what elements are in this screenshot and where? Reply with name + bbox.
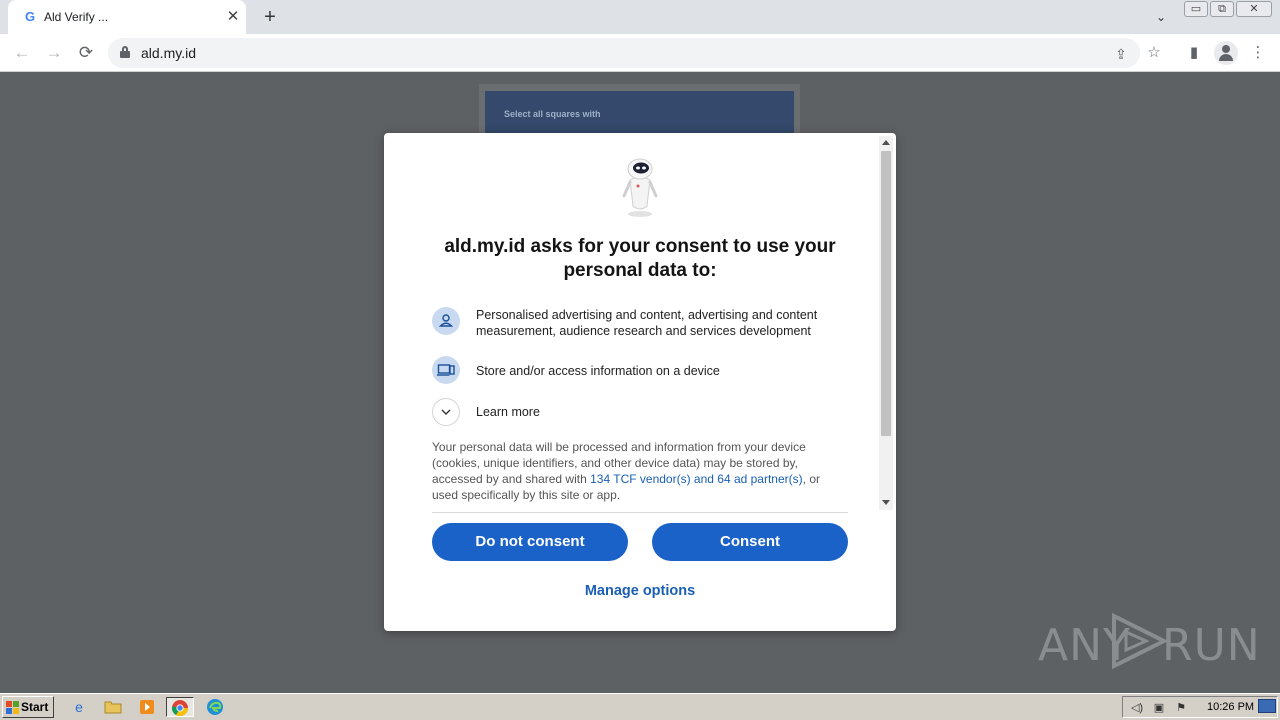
consent-button[interactable]: Consent: [652, 523, 848, 561]
tab-ald-verify[interactable]: G Ald Verify ... ✕: [8, 0, 246, 34]
tab-search-button[interactable]: ⌄: [1150, 6, 1172, 28]
robot-logo-icon: [622, 158, 658, 217]
bookmark-star-icon[interactable]: ☆: [1142, 41, 1166, 65]
scroll-up-arrow-icon[interactable]: [882, 140, 890, 145]
start-label: Start: [21, 700, 49, 714]
learn-more-toggle[interactable]: Learn more: [432, 398, 848, 426]
purpose-text: Personalised advertising and content, ad…: [476, 308, 818, 338]
forward-button[interactable]: →: [42, 41, 66, 65]
vendors-link[interactable]: 134 TCF vendor(s) and 64 ad partner(s): [590, 472, 803, 486]
purpose-text: Store and/or access information on a dev…: [476, 364, 720, 378]
reload-button[interactable]: ⟳: [74, 41, 98, 65]
address-bar[interactable]: ald.my.id ⇪: [108, 38, 1140, 68]
windows-flag-icon: [6, 701, 19, 714]
system-tray: ◁) ▣ ⚑ 10:26 PM: [1122, 696, 1278, 718]
watermark-right-text: RUN: [1162, 620, 1261, 671]
profile-avatar-icon[interactable]: [1214, 41, 1238, 65]
dialog-scrollbar[interactable]: [879, 136, 893, 510]
show-desktop-icon[interactable]: [1258, 699, 1276, 713]
purpose-store-access: Store and/or access information on a dev…: [432, 356, 848, 384]
action-center-flag-icon[interactable]: ⚑: [1173, 700, 1189, 716]
clock[interactable]: 10:26 PM: [1207, 701, 1254, 713]
back-button[interactable]: ←: [10, 41, 34, 65]
chrome-taskbar-icon[interactable]: [166, 697, 194, 717]
minimize-button[interactable]: ▭: [1184, 1, 1208, 17]
tab-close-icon[interactable]: ✕: [224, 8, 242, 26]
consent-description: Your personal data will be processed and…: [432, 439, 842, 503]
learn-more-label[interactable]: Learn more: [476, 404, 540, 420]
media-player-icon[interactable]: [136, 697, 158, 717]
lock-icon[interactable]: [120, 46, 130, 58]
anyrun-watermark: ANY RUN: [1038, 610, 1260, 672]
share-icon[interactable]: ⇪: [1112, 45, 1130, 63]
manage-options-link[interactable]: Manage options: [540, 583, 740, 599]
new-tab-button[interactable]: +: [258, 5, 282, 29]
file-explorer-icon[interactable]: [102, 697, 124, 717]
url-text[interactable]: ald.my.id: [141, 45, 196, 61]
browser-toolbar: ← → ⟳ ald.my.id ⇪ ☆ ▮ ⋮: [0, 34, 1280, 72]
chevron-down-icon[interactable]: [432, 398, 460, 426]
close-window-button[interactable]: ✕: [1236, 1, 1272, 17]
scroll-thumb[interactable]: [881, 151, 891, 436]
start-button[interactable]: Start: [2, 696, 54, 718]
google-favicon-icon: G: [24, 9, 36, 24]
network-icon[interactable]: ▣: [1151, 700, 1167, 716]
captcha-prompt: Select all squares with: [504, 109, 601, 119]
scroll-down-arrow-icon[interactable]: [882, 500, 890, 505]
restore-button[interactable]: ⧉: [1210, 1, 1234, 17]
person-icon: [432, 307, 460, 335]
tab-title: Ald Verify ...: [44, 10, 109, 24]
volume-icon[interactable]: ◁): [1129, 700, 1145, 716]
dialog-divider: [432, 512, 848, 513]
consent-heading: ald.my.id asks for your consent to use y…: [444, 236, 836, 281]
edge-icon[interactable]: [204, 697, 226, 717]
do-not-consent-button[interactable]: Do not consent: [432, 523, 628, 561]
tab-strip: G Ald Verify ... ✕ + ⌄ ▭ ⧉ ✕: [0, 0, 1280, 34]
devices-icon: [432, 356, 460, 384]
taskbar: Start e ◁) ▣ ⚑ 10:26 PM: [0, 693, 1280, 720]
side-panel-icon[interactable]: ▮: [1182, 41, 1206, 65]
play-logo-icon: [1112, 612, 1169, 670]
internet-explorer-icon[interactable]: e: [68, 697, 90, 717]
purpose-personalised-advertising: Personalised advertising and content, ad…: [432, 307, 848, 339]
menu-icon[interactable]: ⋮: [1246, 41, 1270, 65]
